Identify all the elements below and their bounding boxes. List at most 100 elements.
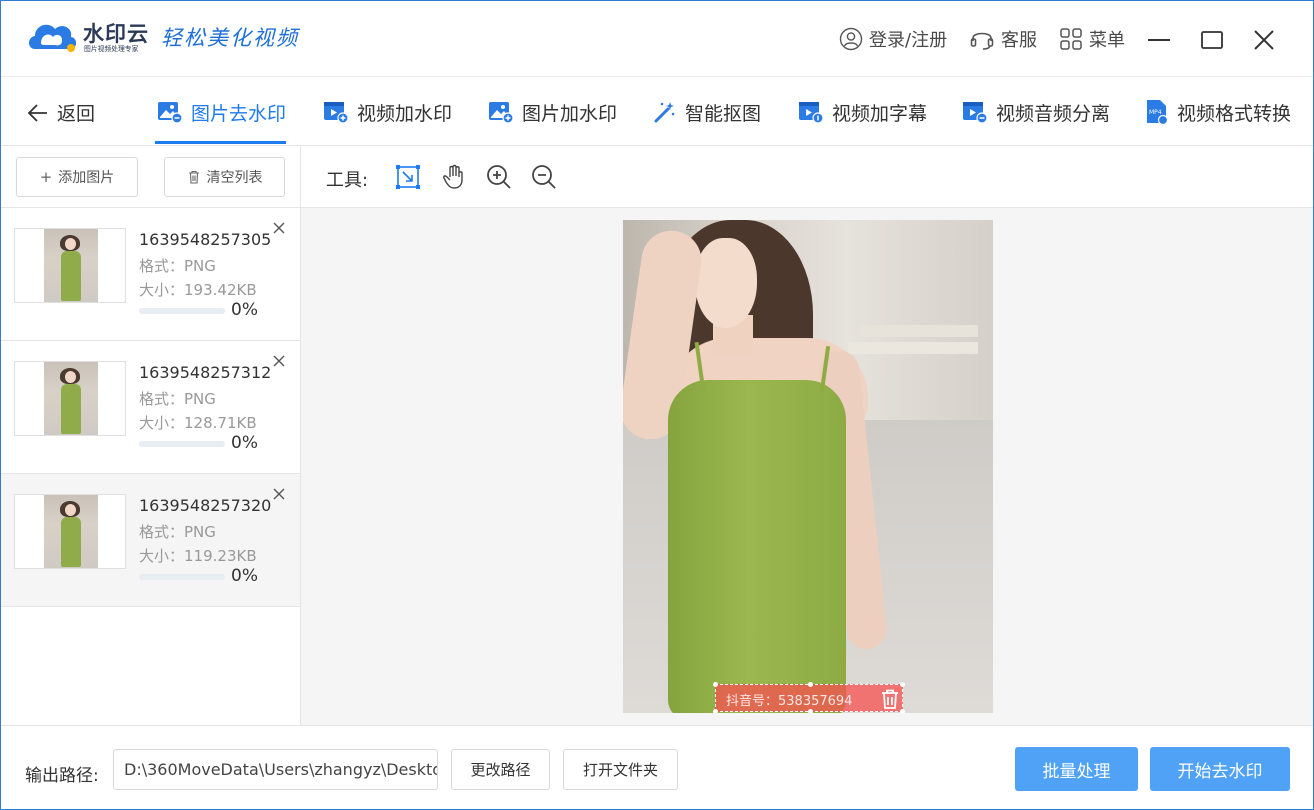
minimize-icon bbox=[1148, 39, 1170, 41]
change-path-button[interactable]: 更改路径 bbox=[451, 749, 550, 790]
mp4-file-icon: MP4 bbox=[1147, 100, 1169, 125]
close-icon bbox=[1254, 30, 1274, 50]
file-list-actions: + 添加图片 清空列表 bbox=[1, 146, 300, 208]
tab-image-add-watermark[interactable]: 图片加水印 bbox=[488, 97, 617, 127]
login-button[interactable]: 登录/注册 bbox=[839, 25, 947, 53]
tab-label: 图片去水印 bbox=[191, 102, 287, 125]
video-icon bbox=[963, 102, 988, 124]
back-label: 返回 bbox=[57, 103, 96, 125]
zoom-out-button[interactable] bbox=[530, 163, 558, 191]
menu-label: 菜单 bbox=[1089, 30, 1125, 51]
bottom-bar: 输出路径: D:\360MoveData\Users\zhangyz\Deskt… bbox=[1, 725, 1313, 809]
file-thumbnail bbox=[14, 361, 126, 436]
preview-image: 抖音号：538357694 bbox=[623, 220, 993, 713]
file-list-panel: + 添加图片 清空列表 1639548257305 格式：PNG 大小：193.… bbox=[1, 146, 301, 725]
file-progress-text: 0% bbox=[231, 433, 258, 453]
file-progress-text: 0% bbox=[231, 566, 258, 586]
tab-video-add-watermark[interactable]: 视频加水印 bbox=[323, 97, 452, 127]
file-progress-text: 0% bbox=[231, 300, 258, 320]
tab-label: 视频加字幕 bbox=[832, 102, 928, 125]
logo-icon bbox=[29, 24, 77, 52]
watermark-selection-box[interactable]: 抖音号：538357694 bbox=[713, 682, 905, 713]
zoom-out-icon bbox=[532, 165, 556, 189]
image-icon bbox=[489, 102, 514, 124]
title-bar: 水印云 图片视频处理专家 轻松美化视频 登录/注册 客服 菜单 bbox=[1, 1, 1313, 77]
file-list-item[interactable]: 1639548257312 格式：PNG 大小：128.71KB 0% bbox=[1, 341, 300, 474]
output-path-label: 输出路径: bbox=[25, 766, 99, 786]
open-folder-button[interactable]: 打开文件夹 bbox=[563, 749, 678, 790]
minimize-button[interactable] bbox=[1144, 25, 1174, 55]
menu-button[interactable]: 菜单 bbox=[1059, 25, 1125, 53]
service-button[interactable]: 客服 bbox=[969, 25, 1037, 53]
file-list-item[interactable]: 1639548257320 格式：PNG 大小：119.23KB 0% bbox=[1, 474, 300, 607]
video-icon bbox=[324, 102, 349, 124]
batch-process-button[interactable]: 批量处理 bbox=[1015, 747, 1138, 791]
file-size: 大小：119.23KB bbox=[139, 547, 257, 565]
login-label: 登录/注册 bbox=[869, 30, 948, 51]
file-format: 格式：PNG bbox=[139, 257, 216, 275]
brand-subtitle: 图片视频处理专家 bbox=[84, 44, 139, 53]
arrow-left-icon bbox=[27, 103, 47, 122]
maximize-button[interactable] bbox=[1197, 25, 1227, 55]
user-icon bbox=[839, 27, 863, 51]
close-button[interactable] bbox=[1249, 25, 1279, 55]
tab-label: 图片加水印 bbox=[522, 102, 618, 125]
active-tab-indicator bbox=[155, 141, 286, 144]
watermark-text: 抖音号：538357694 bbox=[726, 694, 853, 709]
file-name: 1639548257305 bbox=[139, 230, 272, 249]
feature-nav: 返回 图片去水印 视频加水印 图片加水印 智能抠图 视频加字幕 视频音频分离 M… bbox=[1, 77, 1313, 146]
maximize-icon bbox=[1201, 31, 1223, 49]
file-name: 1639548257312 bbox=[139, 363, 272, 382]
remove-file-icon[interactable] bbox=[271, 353, 287, 369]
tab-label: 视频格式转换 bbox=[1177, 102, 1292, 125]
zoom-in-button[interactable] bbox=[485, 163, 513, 191]
file-format: 格式：PNG bbox=[139, 523, 216, 541]
start-remove-watermark-button[interactable]: 开始去水印 bbox=[1150, 747, 1290, 791]
select-icon bbox=[396, 165, 420, 189]
headset-icon bbox=[970, 32, 994, 50]
file-progress-bar bbox=[139, 441, 225, 447]
magic-wand-icon bbox=[654, 102, 675, 123]
add-image-label: 添加图片 bbox=[58, 170, 115, 186]
svg-text:MP4: MP4 bbox=[1149, 109, 1162, 116]
service-label: 客服 bbox=[1001, 30, 1037, 51]
file-size: 大小：193.42KB bbox=[139, 281, 257, 299]
file-progress-bar bbox=[139, 308, 225, 314]
tab-video-add-subtitle[interactable]: 视频加字幕 bbox=[798, 97, 927, 127]
remove-file-icon[interactable] bbox=[271, 220, 287, 236]
remove-file-icon[interactable] bbox=[271, 486, 287, 502]
add-image-button[interactable]: + 添加图片 bbox=[16, 157, 138, 197]
clear-list-label: 清空列表 bbox=[206, 170, 263, 186]
file-name: 1639548257320 bbox=[139, 496, 272, 515]
file-thumbnail bbox=[14, 228, 126, 303]
preview-canvas[interactable]: 抖音号：538357694 bbox=[301, 208, 1313, 725]
file-format: 格式：PNG bbox=[139, 390, 216, 408]
tab-image-remove-watermark[interactable]: 图片去水印 bbox=[157, 97, 286, 127]
delete-selection-icon[interactable] bbox=[879, 688, 901, 710]
output-path-field[interactable]: D:\360MoveData\Users\zhangyz\Desktop bbox=[113, 749, 438, 790]
video-icon bbox=[799, 102, 824, 124]
file-thumbnail bbox=[14, 494, 126, 569]
image-icon bbox=[158, 102, 183, 124]
select-tool-button[interactable] bbox=[394, 163, 422, 191]
hand-tool-button[interactable] bbox=[440, 163, 468, 191]
clear-list-button[interactable]: 清空列表 bbox=[164, 157, 285, 197]
plus-icon: + bbox=[39, 168, 53, 186]
file-progress-bar bbox=[139, 574, 225, 580]
tab-label: 视频加水印 bbox=[357, 102, 453, 125]
hand-icon bbox=[443, 164, 463, 189]
grid-icon bbox=[1060, 28, 1082, 50]
trash-icon bbox=[188, 170, 199, 184]
tab-label: 视频音频分离 bbox=[996, 102, 1111, 125]
editor-toolbar: 工具: bbox=[301, 146, 1313, 208]
app-window: 水印云 图片视频处理专家 轻松美化视频 登录/注册 客服 菜单 返回 图片去水印… bbox=[0, 0, 1314, 810]
file-list-item[interactable]: 1639548257305 格式：PNG 大小：193.42KB 0% bbox=[1, 208, 300, 341]
tab-smart-cutout[interactable]: 智能抠图 bbox=[653, 97, 761, 127]
tab-video-format-convert[interactable]: MP4 视频格式转换 bbox=[1145, 97, 1291, 127]
slogan: 轻松美化视频 bbox=[161, 26, 299, 50]
tools-label: 工具: bbox=[326, 170, 369, 191]
back-button[interactable]: 返回 bbox=[27, 99, 95, 126]
tab-video-audio-separate[interactable]: 视频音频分离 bbox=[962, 97, 1110, 127]
tab-label: 智能抠图 bbox=[685, 102, 762, 125]
zoom-in-icon bbox=[487, 165, 511, 189]
